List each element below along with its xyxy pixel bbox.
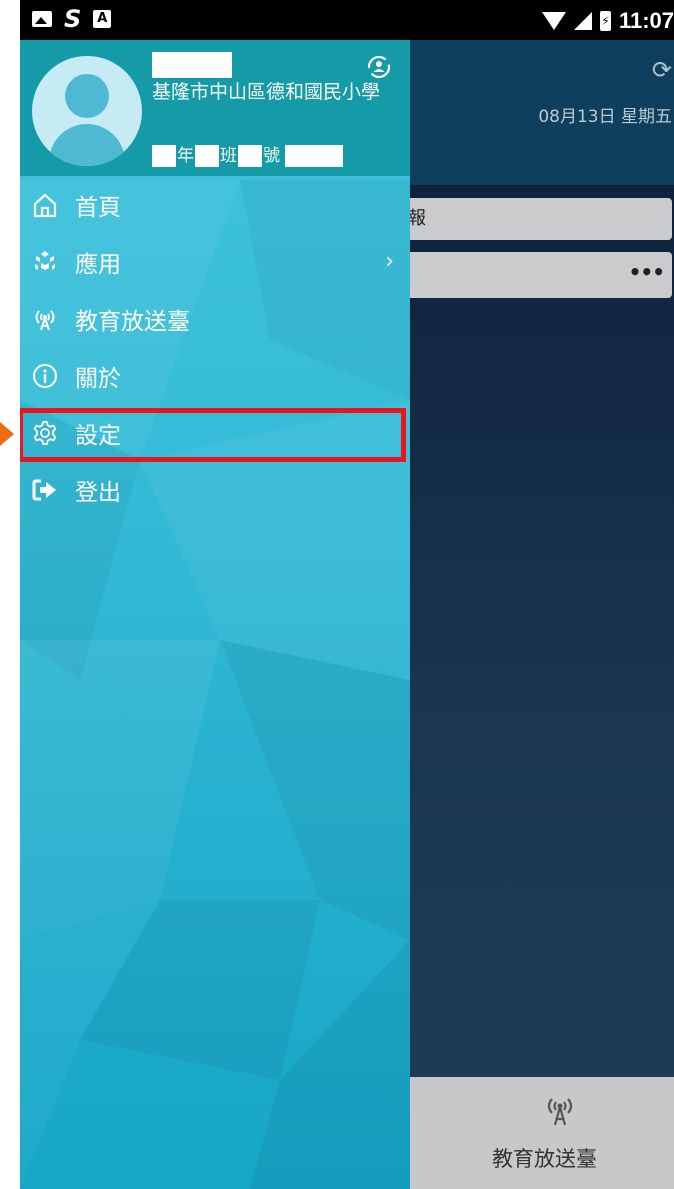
pointer-arrow-icon [0,422,14,446]
gallery-notification-icon [32,11,52,27]
clock: 11:07 [618,8,674,33]
menu-item-about[interactable]: 關於 [20,347,410,404]
bottom-tab-bar: 教育放送臺 [400,1077,674,1189]
redacted-number [238,145,262,167]
menu-item-home-label: 首頁 [75,194,121,221]
battery-charging-icon [599,11,611,31]
menu-item-logout[interactable]: 登出 [20,461,410,518]
notice-card[interactable]: 報 [400,198,672,240]
home-icon [32,192,58,218]
info-icon [32,363,58,389]
drawer-header: 基隆市中山區德和國民小學 年 班 號 [20,40,410,176]
redacted-user-name [152,52,232,78]
redacted-grade [152,145,176,167]
content-card[interactable]: ••• [400,252,672,298]
switch-account-icon[interactable]: ⟳ [652,56,672,84]
class-suffix: 班 [220,146,237,166]
avatar-body-icon [49,124,125,166]
wifi-icon [541,12,566,30]
chevron-right-icon: › [385,249,394,274]
avatar-head-icon [65,74,109,118]
class-info: 年 班 號 [152,144,343,168]
apps-icon [32,249,58,275]
more-icon[interactable]: ••• [629,260,665,284]
menu-item-logout-label: 登出 [75,479,121,506]
menu-item-apps-label: 應用 [75,251,121,278]
number-suffix: 號 [263,146,280,166]
settings-highlight-box [20,408,406,462]
school-name: 基隆市中山區德和國民小學 [152,81,381,103]
grade-suffix: 年 [177,146,194,166]
tab-broadcast-label[interactable]: 教育放送臺 [492,1143,597,1173]
logout-icon [32,477,58,503]
navigation-drawer: 基隆市中山區德和國民小學 年 班 號 首頁 應用 › 教育放送臺 關於 設定 登… [20,40,410,1189]
menu-item-broadcast-label: 教育放送臺 [75,308,190,335]
signal-icon [573,12,592,30]
switch-account-icon[interactable] [366,54,392,80]
avatar[interactable] [32,56,142,166]
a-app-notification-icon: A [93,10,112,28]
redacted-class [195,145,219,167]
menu-item-about-label: 關於 [75,365,121,392]
phone-screen: S A 11:07 ⟳ 08月13日 星期五 報 ••• [20,0,674,1189]
s-app-notification-icon: S [64,5,82,33]
menu-item-apps[interactable]: 應用 › [20,233,410,290]
menu-item-home[interactable]: 首頁 [20,176,410,233]
date-label: 08月13日 星期五 [538,107,672,127]
broadcast-icon[interactable] [540,1089,580,1129]
notice-card-text: 報 [408,208,426,229]
broadcast-icon [32,306,58,332]
drawer-menu: 首頁 應用 › 教育放送臺 關於 設定 登出 [20,176,410,518]
redacted-student-name [285,145,343,167]
status-bar: S A 11:07 [20,0,674,40]
menu-item-broadcast[interactable]: 教育放送臺 [20,290,410,347]
